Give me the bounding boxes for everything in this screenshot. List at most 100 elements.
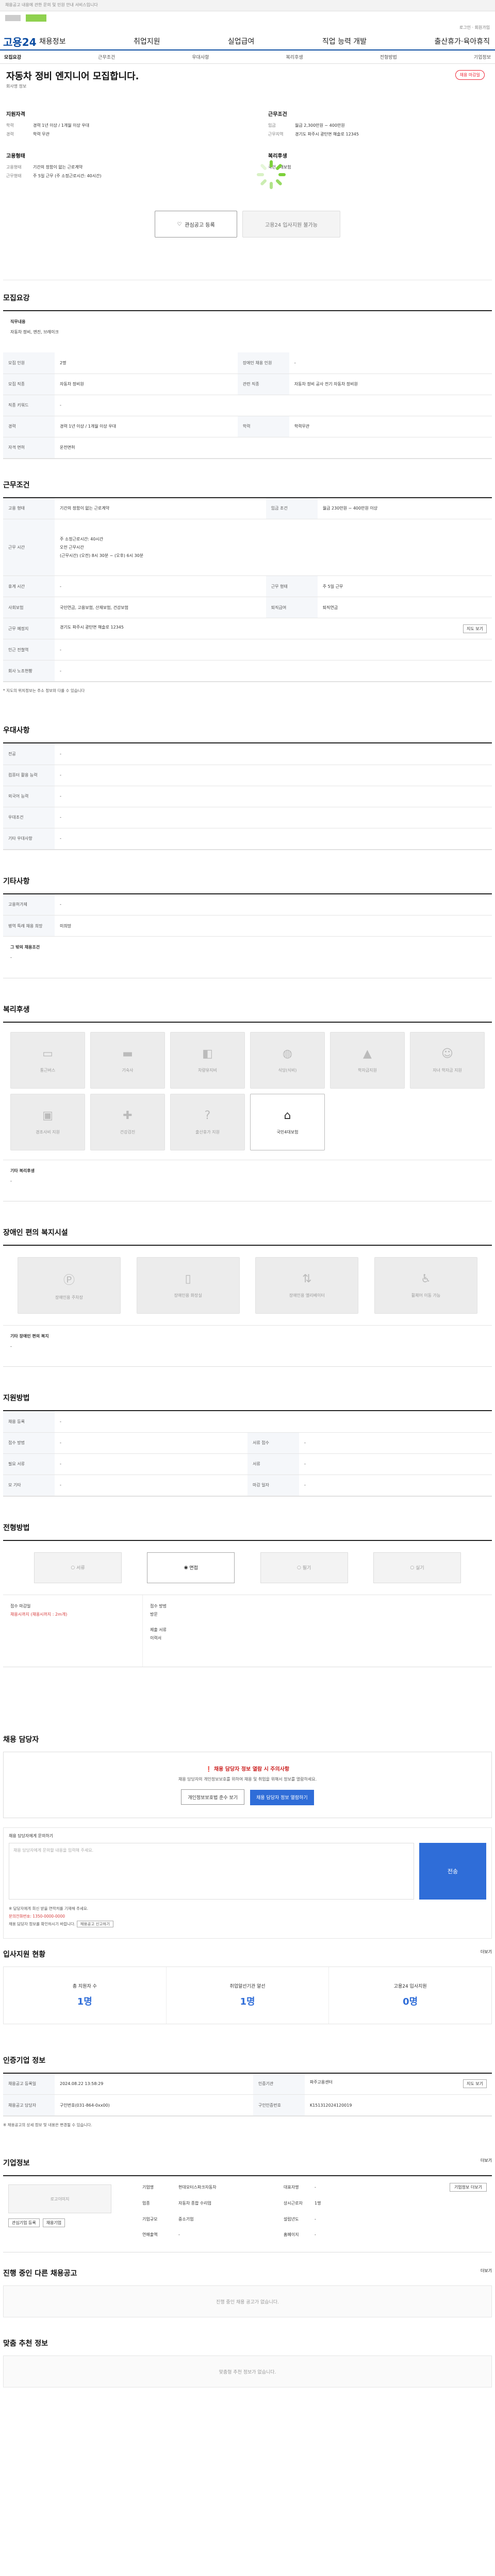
label: 서류 접수 <box>248 1432 299 1454</box>
value: 경기도 파주시 광탄면 해솔로 12345 <box>60 624 124 630</box>
tab-conditions[interactable]: 근무조건 <box>98 54 115 60</box>
section-title: 복리후생 <box>3 1006 30 1014</box>
gnb-item-training[interactable]: 직업 능력 개발 <box>322 36 367 46</box>
company-jobs-button[interactable]: 채용기업 <box>42 2218 65 2227</box>
inquiry-note: ※ 담당자에게 회신 받을 연락처를 기재해 주세요. <box>9 1906 89 1911</box>
site-logo[interactable]: 고용24 <box>3 34 39 49</box>
duty-title: 직무내용 <box>10 319 26 324</box>
meal-icon: ◍ <box>282 1047 293 1060</box>
hire-warning-title: ❗ 채용 담당자 정보 열람 시 주의사항 <box>24 1765 471 1772</box>
save-job-button[interactable]: ♡ 관심공고 등록 <box>155 211 237 238</box>
report-button[interactable]: 채용공고 신고하기 <box>76 1920 114 1927</box>
global-nav: 고용24 채용정보 취업지원 실업급여 직업 능력 개발 출산휴가·육아휴직 <box>0 33 495 50</box>
graduation-icon: ▲ <box>363 1047 372 1060</box>
label: 근무지역 <box>268 132 284 137</box>
stat-value: 0명 <box>403 1996 418 2007</box>
value: (근무시간) (오전) 8시 30분 ~ (오후) 6시 30분 <box>60 553 144 558</box>
welfare-tile: ☺ 자녀 학자금 지원 <box>410 1032 485 1089</box>
welfare-label: 차량유지비 <box>198 1068 217 1073</box>
gnb-item-jobs[interactable]: 채용정보 <box>39 36 66 46</box>
step-label: 면접 <box>189 1566 198 1571</box>
value: 주 소정근로시간: 40시간 <box>60 536 104 541</box>
inquiry-send-button[interactable]: 전송 <box>419 1842 486 1900</box>
section-title: 근무조건 <box>3 481 30 489</box>
view-contact-button[interactable]: 채용 담당자 정보 열람하기 <box>250 1789 314 1805</box>
label: 모집 직종 <box>3 374 55 395</box>
gnb-item-support[interactable]: 취업지원 <box>134 36 160 46</box>
process-section: 전형방법 ○ 서류 ◉ 면접 ○ 필기 ○ 실기 접수 마감일 채용시까지 (채용… <box>3 1497 492 1729</box>
inquiry-textarea[interactable]: 채용 담당자에게 문의할 내용을 입력해 주세요. <box>9 1842 414 1900</box>
value: - <box>299 1475 492 1496</box>
welfare-tile: ✚ 건강검진 <box>90 1094 165 1150</box>
label: 연매출액 <box>142 2232 158 2238</box>
green-banner[interactable] <box>26 14 46 22</box>
value: 경력 1년 이상 / 1개월 이상 우대 <box>33 123 90 128</box>
company-section: 기업정보 더보기 로고이미지 관심기업 등록 채용기업 기업명 현대모터스파크자동차 대… <box>3 2147 492 2252</box>
label: 병역 특례 채용 희망 <box>3 915 55 937</box>
value: - <box>299 1432 492 1454</box>
welfare-tile: ▣ 경조사비 지원 <box>10 1094 85 1150</box>
value: - <box>55 1411 492 1433</box>
map-button[interactable]: 지도 보기 <box>463 624 487 633</box>
label: 근무 형태 <box>266 575 318 597</box>
save-company-button[interactable]: 관심기업 등록 <box>8 2218 40 2227</box>
more-link[interactable]: 더보기 <box>481 2158 492 2168</box>
sub-logo <box>5 15 21 21</box>
stat-label: 고용24 입사지원 <box>393 1984 427 1989</box>
value: - <box>55 639 492 660</box>
value: 퇴직연금 <box>317 597 492 618</box>
label: 직종 키워드 <box>3 395 55 416</box>
car-icon: ◧ <box>202 1047 213 1060</box>
value: 월급 2,300만원 ~ 400만원 <box>295 123 345 128</box>
value: 학력무관 <box>289 416 492 437</box>
tab-recruit[interactable]: 모집요강 <box>4 54 21 60</box>
section-title: 입사지원 현황 <box>3 1950 46 1959</box>
hire-warning-text: 채용 담당자 정보 열람 시 주의사항 <box>213 1766 290 1772</box>
gnb-item-benefit[interactable]: 실업급여 <box>228 36 255 46</box>
label: 접수 방법 <box>3 1432 55 1454</box>
step-interview: ◉ 면접 <box>147 1552 235 1583</box>
company-name[interactable]: 회사명 정보 <box>6 83 489 89</box>
tab-company[interactable]: 기업정보 <box>474 54 491 60</box>
health-icon: ✚ <box>123 1109 133 1122</box>
gnb-item-leave[interactable]: 출산휴가·육아휴직 <box>434 36 490 46</box>
label: 장애인 채용 인원 <box>237 352 289 374</box>
apply-button[interactable]: 고용24 입사지원 불가능 <box>242 211 340 238</box>
process-notes <box>3 1667 492 1729</box>
privacy-button[interactable]: 개인정보보호법 준수 보기 <box>181 1789 245 1805</box>
section-title: 지원방법 <box>3 1394 30 1402</box>
label: 퇴직급여 <box>266 597 318 618</box>
label: 설립년도 <box>284 2216 299 2222</box>
welfare-tile: ◧ 차량유지비 <box>170 1032 245 1089</box>
tab-preference[interactable]: 우대사항 <box>192 54 209 60</box>
more-link[interactable]: 더보기 <box>481 2268 492 2278</box>
tab-welfare[interactable]: 복리후생 <box>286 54 303 60</box>
label: 고용허가제 <box>3 894 55 916</box>
section-title: 진행 중인 다른 채용공고 <box>3 2269 77 2278</box>
stat-value: 1명 <box>240 1996 255 2007</box>
empty-message: 진행 중인 채용 공고가 없습니다. <box>3 2285 492 2317</box>
welfare-tile: ◍ 식당(식비) <box>250 1032 325 1089</box>
map-button[interactable]: 지도 보기 <box>463 2079 487 2089</box>
section-title: 기타사항 <box>3 877 30 886</box>
label: 학력 <box>237 416 289 437</box>
company-detail-button[interactable]: 기업정보 더보기 <box>449 2183 487 2192</box>
conditions-note: * 지도의 위치정보는 주소 정보와 다를 수 있습니다 <box>3 688 85 693</box>
step-label: 실기 <box>416 1566 424 1571</box>
more-link[interactable]: 더보기 <box>481 1949 492 1959</box>
label: 업종 <box>142 2200 150 2206</box>
deadline-value: 채용시까지 (채용시까지 : 2m개) <box>10 1612 68 1617</box>
value: - <box>55 743 492 765</box>
label: 사회보험 <box>3 597 55 618</box>
tab-process[interactable]: 전형방법 <box>380 54 397 60</box>
value: - <box>55 395 492 416</box>
value: - <box>315 2185 316 2190</box>
welfare-label: 출산휴가 지원 <box>195 1130 220 1134</box>
label: 모집 인원 <box>3 352 55 374</box>
top-notice-bar: 채용공고 내용에 관한 문의 및 민원 안내 서비스입니다 <box>0 0 495 11</box>
loading-spinner-icon <box>257 160 286 189</box>
welfare-heading: 복리후생 <box>268 154 287 159</box>
welfare-tile: ? 출산휴가 지원 <box>170 1094 245 1150</box>
section-title: 우대사항 <box>3 726 30 735</box>
step-practical: ○ 실기 <box>373 1552 461 1583</box>
